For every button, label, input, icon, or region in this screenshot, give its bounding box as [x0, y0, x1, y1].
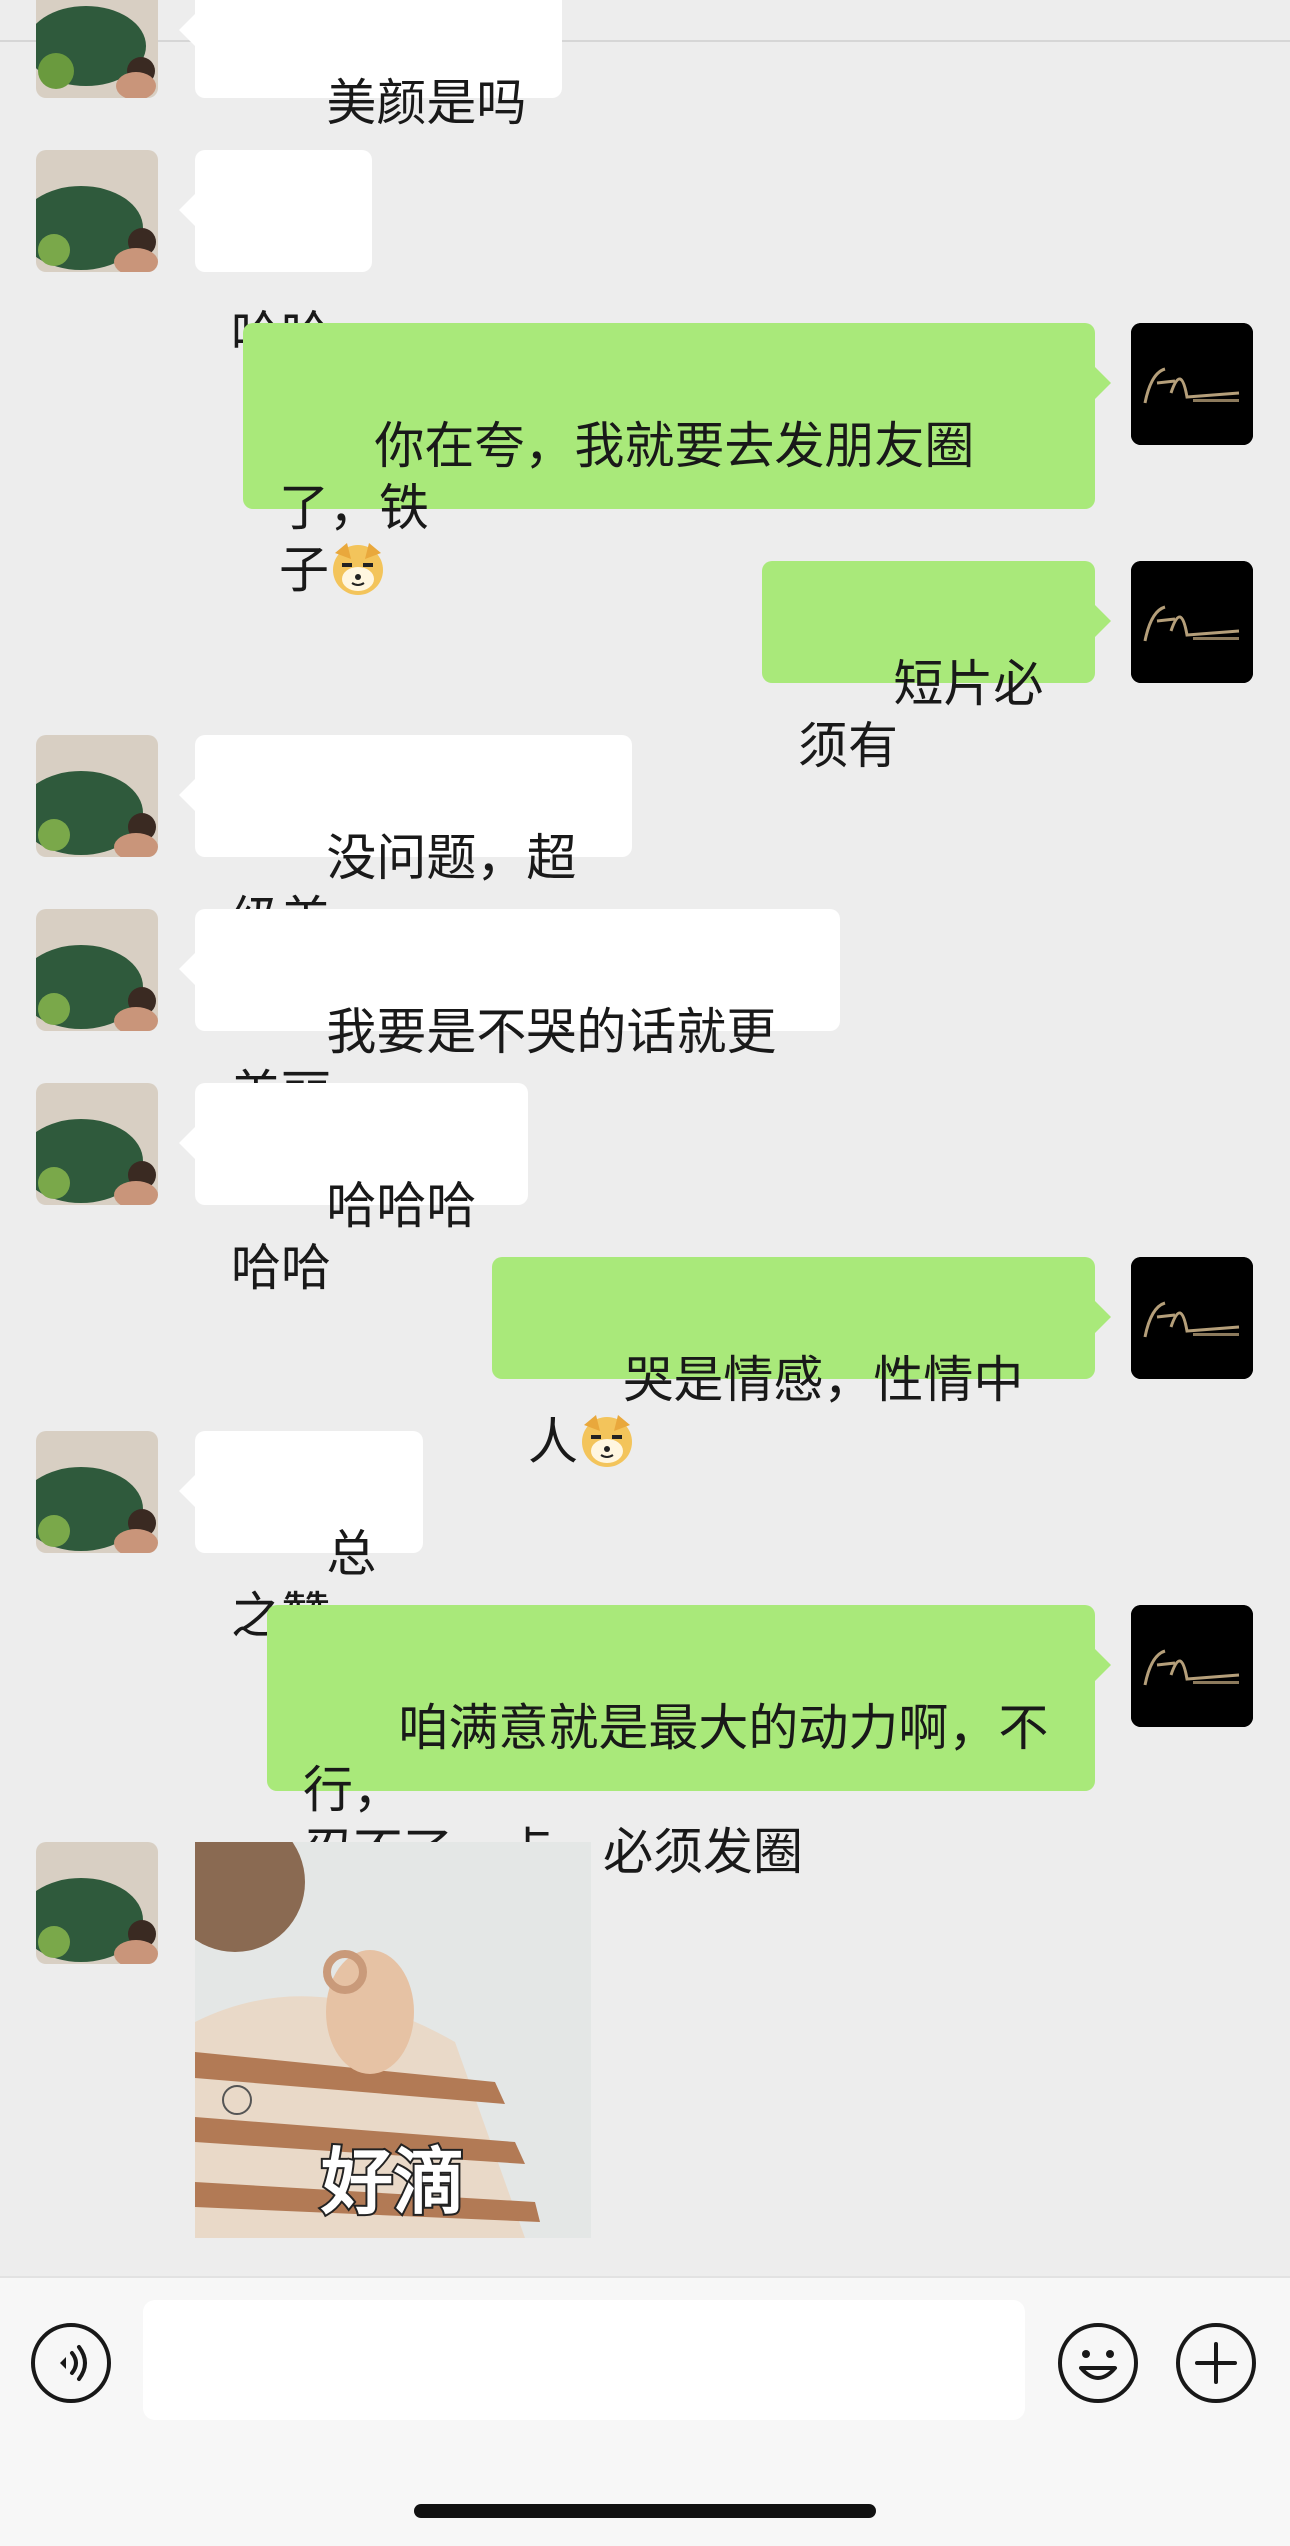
message-bubble[interactable]: 你在夸，我就要去发朋友圈了，铁 子 [243, 323, 1111, 599]
avatar-image [36, 1842, 158, 1964]
doge-emoji-icon [333, 543, 383, 595]
contact-avatar[interactable] [36, 909, 158, 1031]
avatar-logo [1131, 1257, 1253, 1379]
message-bubble[interactable]: 哈哈哈哈哈 [179, 1083, 528, 1297]
avatar-image [36, 909, 158, 1031]
sticker-message[interactable]: 好滴 [195, 1842, 591, 2238]
avatar-image [36, 150, 158, 272]
input-bar [0, 2276, 1290, 2546]
my-avatar[interactable] [1131, 561, 1253, 683]
message-bubble[interactable]: 哭是情感，性情中人 [492, 1257, 1111, 1471]
avatar-logo [1131, 561, 1253, 683]
voice-icon[interactable] [30, 2322, 112, 2404]
sticker-caption: 好滴 [319, 2138, 467, 2226]
doge-emoji-icon [582, 1415, 632, 1467]
message-text: 短片必须有 [798, 655, 1044, 775]
plus-icon[interactable] [1175, 2322, 1257, 2404]
avatar-image [36, 0, 158, 98]
chat-message-list[interactable]: 美颜是吗 哈哈 你在夸，我就要去发朋友圈了，铁 子 [0, 0, 1290, 2276]
home-indicator [414, 2504, 876, 2518]
message-text: 美颜是吗 [326, 74, 527, 132]
message-bubble[interactable]: 总之赞 [179, 1431, 423, 1645]
avatar-logo [1131, 323, 1253, 445]
emoji-icon[interactable] [1057, 2322, 1139, 2404]
message-bubble[interactable]: 短片必须有 [762, 561, 1111, 775]
message-bubble[interactable]: 没问题，超级美 [179, 735, 632, 949]
message-input[interactable] [143, 2300, 1025, 2420]
contact-avatar[interactable] [36, 735, 158, 857]
message-text: 哈哈哈哈哈 [231, 1177, 477, 1297]
contact-avatar[interactable] [36, 1431, 158, 1553]
avatar-logo [1131, 1605, 1253, 1727]
my-avatar[interactable] [1131, 323, 1253, 445]
message-bubble[interactable]: 美颜是吗 [178, 0, 563, 132]
message-bubble[interactable]: 咱满意就是最大的动力啊，不行， 忍不了一点，必须发圈 [267, 1605, 1111, 1881]
my-avatar[interactable] [1131, 1605, 1253, 1727]
avatar-image [36, 1431, 158, 1553]
message-bubble[interactable]: 哈哈 [179, 150, 372, 364]
avatar-image [36, 1083, 158, 1205]
contact-avatar[interactable] [36, 1842, 158, 1964]
contact-avatar[interactable] [36, 150, 158, 272]
contact-avatar[interactable] [36, 0, 158, 98]
message-bubble[interactable]: 我要是不哭的话就更美丽 [179, 909, 840, 1123]
my-avatar[interactable] [1131, 1257, 1253, 1379]
contact-avatar[interactable] [36, 1083, 158, 1205]
avatar-image [36, 735, 158, 857]
